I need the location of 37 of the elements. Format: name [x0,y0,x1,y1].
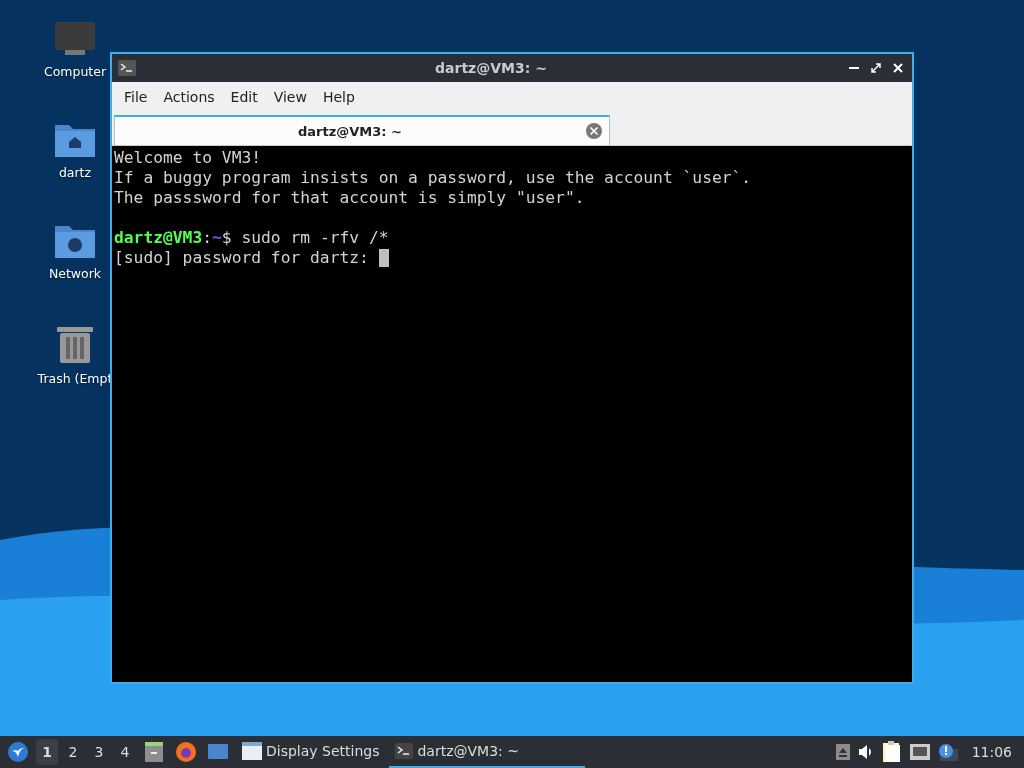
workspace-button[interactable]: 3 [88,739,110,765]
monitor-icon [53,20,97,58]
desktop-icon-label[interactable]: dartz [58,165,92,180]
terminal-icon [395,743,414,759]
clock[interactable]: 11:06 [971,744,1012,760]
network-port-icon[interactable] [909,744,930,760]
desktop-icon-label[interactable]: Computer [43,64,107,79]
close-button[interactable] [890,63,906,73]
window-icon [242,742,262,760]
menu-item[interactable]: Edit [222,89,266,105]
terminal-line: Welcome to VM3! [114,148,262,168]
terminal-line: [sudo] password for dartz: [114,248,370,268]
window-title: dartz@VM3: ~ [434,60,548,76]
taskbar-task[interactable]: dartz@VM3: ~ [389,736,586,768]
terminal-line: The passsword for that account is simply "user". [114,188,585,208]
menu-item[interactable]: View [265,89,315,105]
speaker-icon[interactable] [857,745,874,759]
maximize-button[interactable] [868,63,884,73]
menu-item[interactable]: File [116,89,156,105]
clipboard-icon[interactable] [881,741,902,763]
desktop-icon-label[interactable]: Trash (Empt [37,371,113,386]
eject-icon[interactable] [835,744,850,760]
terminal-line: If a buggy program insists on a password, use the account `user`. [114,168,752,188]
workspace-button[interactable]: 1 [36,739,58,765]
prompt-line: dartz@VM3:~$ sudo rm -rfv /* [114,228,390,248]
workspace-button[interactable]: 2 [62,739,84,765]
menu-item[interactable]: Actions [155,89,223,105]
workspace-button[interactable]: 4 [114,739,136,765]
window-icon[interactable] [207,742,229,762]
close-tab-icon[interactable] [585,122,603,140]
file-cabinet-icon[interactable] [143,741,165,763]
desktop-icon-label[interactable]: Network [48,266,102,281]
menu-item[interactable]: Help [314,89,363,105]
notification-icon[interactable] [937,743,958,761]
taskbar-task[interactable]: Display Settings [236,736,386,768]
terminal-tab[interactable]: dartz@VM3: ~ [114,115,610,145]
terminal-icon [118,60,136,76]
